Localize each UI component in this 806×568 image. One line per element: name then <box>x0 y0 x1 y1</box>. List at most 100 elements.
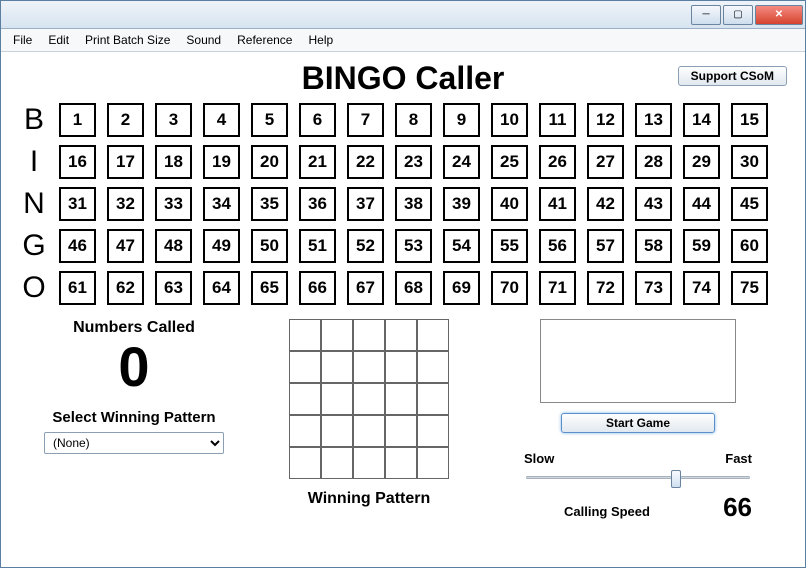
cell-61[interactable]: 61 <box>59 271 96 305</box>
cell-57[interactable]: 57 <box>587 229 624 263</box>
cell-69[interactable]: 69 <box>443 271 480 305</box>
cell-63[interactable]: 63 <box>155 271 192 305</box>
cell-11[interactable]: 11 <box>539 103 576 137</box>
cell-30[interactable]: 30 <box>731 145 768 179</box>
pattern-cell[interactable] <box>353 319 385 351</box>
cell-5[interactable]: 5 <box>251 103 288 137</box>
cell-47[interactable]: 47 <box>107 229 144 263</box>
cell-14[interactable]: 14 <box>683 103 720 137</box>
pattern-cell[interactable] <box>385 319 417 351</box>
cell-66[interactable]: 66 <box>299 271 336 305</box>
cell-6[interactable]: 6 <box>299 103 336 137</box>
cell-7[interactable]: 7 <box>347 103 384 137</box>
pattern-cell[interactable] <box>289 383 321 415</box>
slider-thumb[interactable] <box>671 470 681 488</box>
pattern-cell[interactable] <box>417 415 449 447</box>
pattern-cell[interactable] <box>353 447 385 479</box>
pattern-cell[interactable] <box>321 383 353 415</box>
minimize-button[interactable]: ─ <box>691 5 721 25</box>
cell-29[interactable]: 29 <box>683 145 720 179</box>
cell-52[interactable]: 52 <box>347 229 384 263</box>
cell-58[interactable]: 58 <box>635 229 672 263</box>
cell-51[interactable]: 51 <box>299 229 336 263</box>
pattern-cell[interactable] <box>353 351 385 383</box>
close-button[interactable]: ✕ <box>755 5 803 25</box>
cell-16[interactable]: 16 <box>59 145 96 179</box>
pattern-cell[interactable] <box>321 319 353 351</box>
cell-8[interactable]: 8 <box>395 103 432 137</box>
cell-19[interactable]: 19 <box>203 145 240 179</box>
pattern-cell[interactable] <box>289 415 321 447</box>
cell-36[interactable]: 36 <box>299 187 336 221</box>
cell-44[interactable]: 44 <box>683 187 720 221</box>
cell-48[interactable]: 48 <box>155 229 192 263</box>
cell-46[interactable]: 46 <box>59 229 96 263</box>
cell-34[interactable]: 34 <box>203 187 240 221</box>
menu-file[interactable]: File <box>5 31 40 49</box>
cell-41[interactable]: 41 <box>539 187 576 221</box>
pattern-cell[interactable] <box>321 415 353 447</box>
cell-4[interactable]: 4 <box>203 103 240 137</box>
pattern-cell[interactable] <box>321 447 353 479</box>
cell-32[interactable]: 32 <box>107 187 144 221</box>
menu-reference[interactable]: Reference <box>229 31 300 49</box>
cell-12[interactable]: 12 <box>587 103 624 137</box>
cell-24[interactable]: 24 <box>443 145 480 179</box>
cell-13[interactable]: 13 <box>635 103 672 137</box>
pattern-cell[interactable] <box>385 351 417 383</box>
cell-33[interactable]: 33 <box>155 187 192 221</box>
pattern-cell[interactable] <box>385 447 417 479</box>
cell-40[interactable]: 40 <box>491 187 528 221</box>
support-button[interactable]: Support CSoM <box>678 66 787 86</box>
pattern-cell[interactable] <box>385 383 417 415</box>
cell-65[interactable]: 65 <box>251 271 288 305</box>
pattern-cell[interactable] <box>353 383 385 415</box>
pattern-cell[interactable] <box>289 351 321 383</box>
cell-68[interactable]: 68 <box>395 271 432 305</box>
speed-slider[interactable] <box>518 466 758 488</box>
cell-28[interactable]: 28 <box>635 145 672 179</box>
cell-1[interactable]: 1 <box>59 103 96 137</box>
cell-23[interactable]: 23 <box>395 145 432 179</box>
pattern-cell[interactable] <box>289 319 321 351</box>
pattern-cell[interactable] <box>417 319 449 351</box>
cell-26[interactable]: 26 <box>539 145 576 179</box>
menu-edit[interactable]: Edit <box>40 31 77 49</box>
cell-43[interactable]: 43 <box>635 187 672 221</box>
cell-21[interactable]: 21 <box>299 145 336 179</box>
cell-39[interactable]: 39 <box>443 187 480 221</box>
cell-31[interactable]: 31 <box>59 187 96 221</box>
maximize-button[interactable]: ▢ <box>723 5 753 25</box>
cell-74[interactable]: 74 <box>683 271 720 305</box>
pattern-select[interactable]: (None) <box>44 432 224 454</box>
cell-2[interactable]: 2 <box>107 103 144 137</box>
cell-49[interactable]: 49 <box>203 229 240 263</box>
cell-62[interactable]: 62 <box>107 271 144 305</box>
cell-60[interactable]: 60 <box>731 229 768 263</box>
cell-75[interactable]: 75 <box>731 271 768 305</box>
menu-help[interactable]: Help <box>300 31 341 49</box>
pattern-cell[interactable] <box>289 447 321 479</box>
cell-53[interactable]: 53 <box>395 229 432 263</box>
cell-64[interactable]: 64 <box>203 271 240 305</box>
cell-27[interactable]: 27 <box>587 145 624 179</box>
cell-38[interactable]: 38 <box>395 187 432 221</box>
pattern-cell[interactable] <box>417 383 449 415</box>
cell-73[interactable]: 73 <box>635 271 672 305</box>
menu-print-batch-size[interactable]: Print Batch Size <box>77 31 178 49</box>
cell-35[interactable]: 35 <box>251 187 288 221</box>
cell-45[interactable]: 45 <box>731 187 768 221</box>
cell-20[interactable]: 20 <box>251 145 288 179</box>
cell-25[interactable]: 25 <box>491 145 528 179</box>
cell-42[interactable]: 42 <box>587 187 624 221</box>
menu-sound[interactable]: Sound <box>178 31 229 49</box>
pattern-cell[interactable] <box>353 415 385 447</box>
pattern-cell[interactable] <box>385 415 417 447</box>
cell-72[interactable]: 72 <box>587 271 624 305</box>
cell-18[interactable]: 18 <box>155 145 192 179</box>
start-game-button[interactable]: Start Game <box>561 413 715 433</box>
cell-59[interactable]: 59 <box>683 229 720 263</box>
cell-22[interactable]: 22 <box>347 145 384 179</box>
cell-3[interactable]: 3 <box>155 103 192 137</box>
cell-70[interactable]: 70 <box>491 271 528 305</box>
